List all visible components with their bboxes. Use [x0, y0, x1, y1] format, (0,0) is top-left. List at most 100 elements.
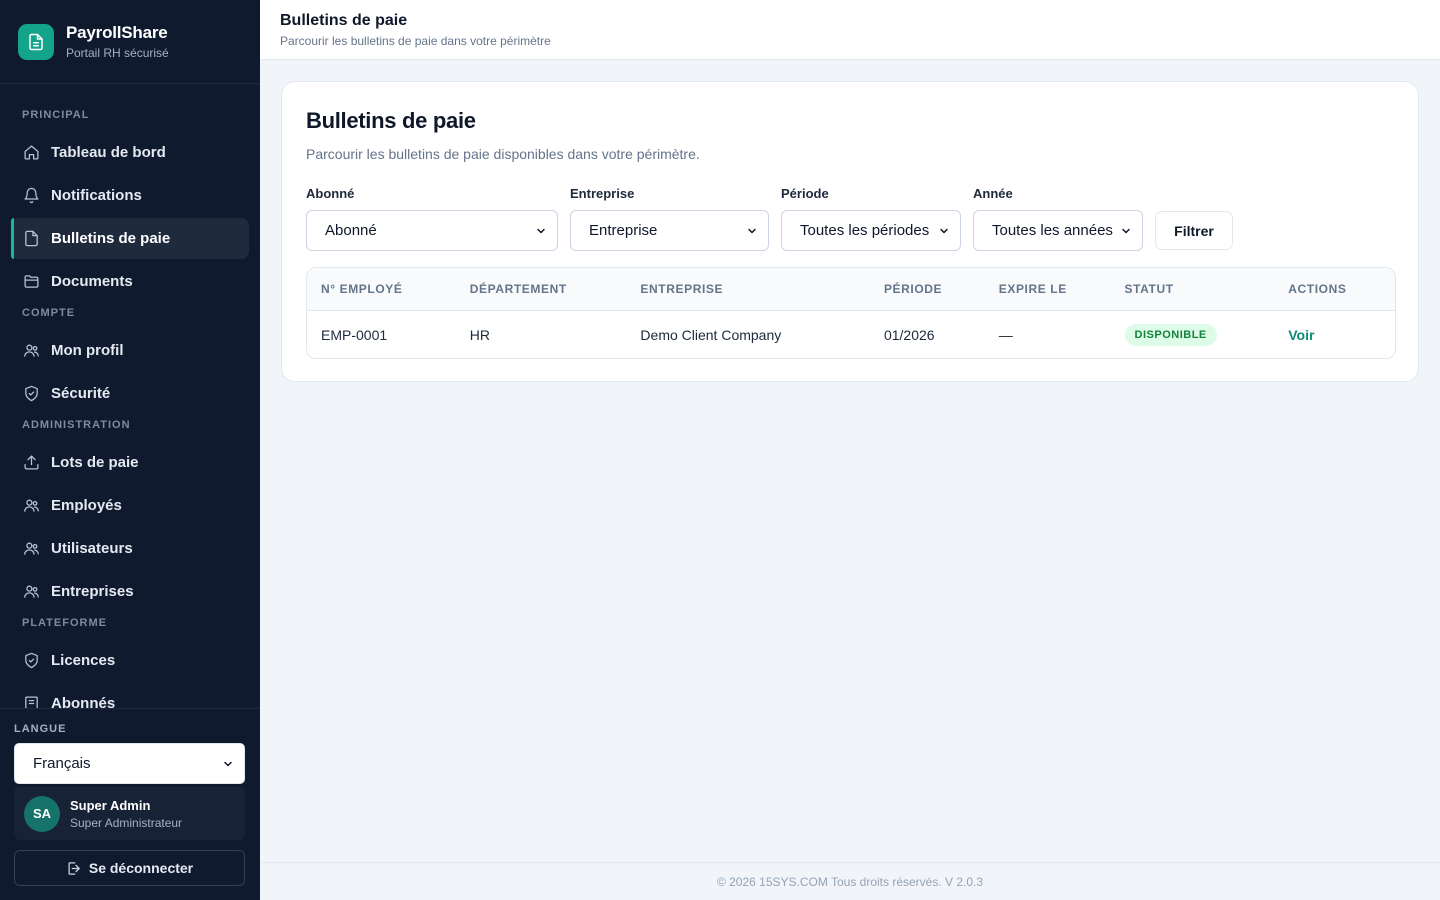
sidebar-item-users[interactable]: Utilisateurs [11, 528, 249, 569]
filter-year: Année Toutes les années [973, 186, 1143, 251]
nav-section-principal: PRINCIPAL [22, 109, 90, 121]
chevron-down-icon [940, 228, 948, 233]
cell-expires: — [998, 326, 1013, 343]
filter-company: Entreprise Entreprise [570, 186, 769, 251]
chevron-down-icon [1122, 228, 1130, 233]
sidebar-item-label: Documents [51, 273, 133, 290]
table-row: EMP-0001 HR Demo Client Company 01/2026 … [307, 311, 1395, 358]
document-icon [18, 23, 54, 60]
company-select[interactable]: Entreprise [570, 210, 769, 251]
building-icon [22, 695, 40, 708]
column-header: EXPIRE LE [998, 282, 1067, 296]
nav-section-account: COMPTE [22, 307, 76, 319]
sidebar-item-licenses[interactable]: Licences [11, 640, 249, 681]
logout-label: Se déconnecter [88, 860, 194, 876]
card-subtitle: Parcourir les bulletins de paie disponib… [306, 146, 700, 162]
file-icon [22, 230, 40, 248]
filter-subscriber: Abonné Abonné [306, 186, 558, 251]
language-select[interactable]: Français [14, 743, 245, 784]
select-value: Toutes les périodes [800, 222, 930, 239]
filter-button[interactable]: Filtrer [1155, 211, 1233, 250]
sidebar-item-label: Notifications [51, 187, 142, 204]
sidebar-item-label: Utilisateurs [51, 540, 133, 557]
page-subtitle: Parcourir les bulletins de paie dans vot… [280, 34, 551, 48]
chevron-down-icon [537, 228, 545, 233]
period-select[interactable]: Toutes les périodes [781, 210, 961, 251]
brand-subtitle: Portail RH sécurisé [66, 46, 169, 60]
sidebar: PayrollShare Portail RH sécurisé PRINCIP… [0, 0, 260, 900]
sidebar-item-employees[interactable]: Employés [11, 485, 249, 526]
chevron-down-icon [748, 228, 756, 233]
users-icon [22, 342, 40, 360]
select-value: Entreprise [589, 222, 658, 239]
select-value: Abonné [325, 222, 377, 239]
upload-icon [22, 454, 40, 472]
user-role: Super Administrateur [70, 815, 183, 830]
filters-bar: Abonné Abonné Entreprise Entreprise Péri… [306, 186, 1233, 251]
shield-icon [22, 652, 40, 670]
sidebar-item-label: Mon profil [51, 342, 124, 359]
sidebar-item-dashboard[interactable]: Tableau de bord [11, 132, 249, 173]
cell-company: Demo Client Company [640, 326, 782, 343]
column-header: N° EMPLOYÉ [321, 282, 403, 296]
subscriber-select[interactable]: Abonné [306, 210, 558, 251]
footer: © 2026 15SYS.COM Tous droits réservés. V… [260, 862, 1440, 900]
column-header: STATUT [1124, 282, 1174, 296]
view-link[interactable]: Voir [1288, 327, 1314, 343]
shield-icon [22, 385, 40, 403]
sidebar-nav: PRINCIPAL Tableau de bord Notifications … [0, 84, 260, 708]
sidebar-item-label: Entreprises [51, 583, 134, 600]
cell-period: 01/2026 [883, 326, 935, 343]
brand[interactable]: PayrollShare Portail RH sécurisé [0, 0, 260, 84]
filter-label: Période [781, 186, 829, 201]
filter-label: Abonné [306, 186, 355, 201]
column-header: PÉRIODE [883, 282, 943, 296]
nav-section-platform: PLATEFORME [22, 617, 107, 629]
year-select[interactable]: Toutes les années [973, 210, 1143, 251]
user-name: Super Admin [70, 797, 151, 813]
nav-section-administration: ADMINISTRATION [22, 419, 131, 431]
payslips-table: N° EMPLOYÉ DÉPARTEMENT ENTREPRISE PÉRIOD… [306, 267, 1396, 359]
sidebar-item-payroll-batches[interactable]: Lots de paie [11, 442, 249, 483]
sidebar-item-label: Sécurité [51, 385, 111, 402]
sidebar-item-profile[interactable]: Mon profil [11, 330, 249, 371]
status-badge: DISPONIBLE [1124, 323, 1217, 346]
bell-icon [22, 187, 40, 205]
user-card[interactable]: SA Super Admin Super Administrateur [14, 787, 245, 840]
cell-department: HR [469, 326, 490, 343]
home-icon [22, 144, 40, 162]
sidebar-item-payslips[interactable]: Bulletins de paie [11, 218, 249, 259]
sidebar-item-security[interactable]: Sécurité [11, 373, 249, 414]
language-value: Français [33, 755, 91, 772]
sidebar-item-label: Bulletins de paie [51, 230, 171, 247]
language-label: LANGUE [14, 723, 67, 735]
cell-actions: Voir [1274, 327, 1395, 343]
folder-icon [22, 273, 40, 291]
sidebar-item-notifications[interactable]: Notifications [11, 175, 249, 216]
card-title: Bulletins de paie [306, 108, 476, 133]
sidebar-item-documents[interactable]: Documents [11, 261, 249, 302]
column-header: ENTREPRISE [640, 282, 724, 296]
logout-button[interactable]: Se déconnecter [14, 850, 245, 886]
sidebar-item-label: Licences [51, 652, 116, 669]
brand-title: PayrollShare [66, 23, 168, 42]
filter-label: Année [973, 186, 1013, 201]
avatar: SA [24, 795, 60, 832]
sidebar-footer: LANGUE Français SA Super Admin Super Adm… [0, 708, 260, 900]
sidebar-item-label: Abonnés [51, 695, 116, 708]
topbar: Bulletins de paie Parcourir les bulletin… [260, 0, 1440, 60]
filter-label: Entreprise [570, 186, 635, 201]
cell-status: DISPONIBLE [1111, 323, 1275, 346]
column-header: DÉPARTEMENT [469, 282, 567, 296]
sidebar-item-subscribers[interactable]: Abonnés [11, 683, 249, 708]
column-header: ACTIONS [1288, 282, 1347, 296]
logout-icon [66, 861, 81, 876]
select-value: Toutes les années [992, 222, 1113, 239]
sidebar-item-companies[interactable]: Entreprises [11, 571, 249, 612]
table-header: N° EMPLOYÉ DÉPARTEMENT ENTREPRISE PÉRIOD… [307, 268, 1395, 311]
sidebar-item-label: Lots de paie [51, 454, 139, 471]
sidebar-item-label: Employés [51, 497, 122, 514]
chevron-down-icon [224, 761, 232, 766]
filter-period: Période Toutes les périodes [781, 186, 961, 251]
users-icon [22, 583, 40, 601]
